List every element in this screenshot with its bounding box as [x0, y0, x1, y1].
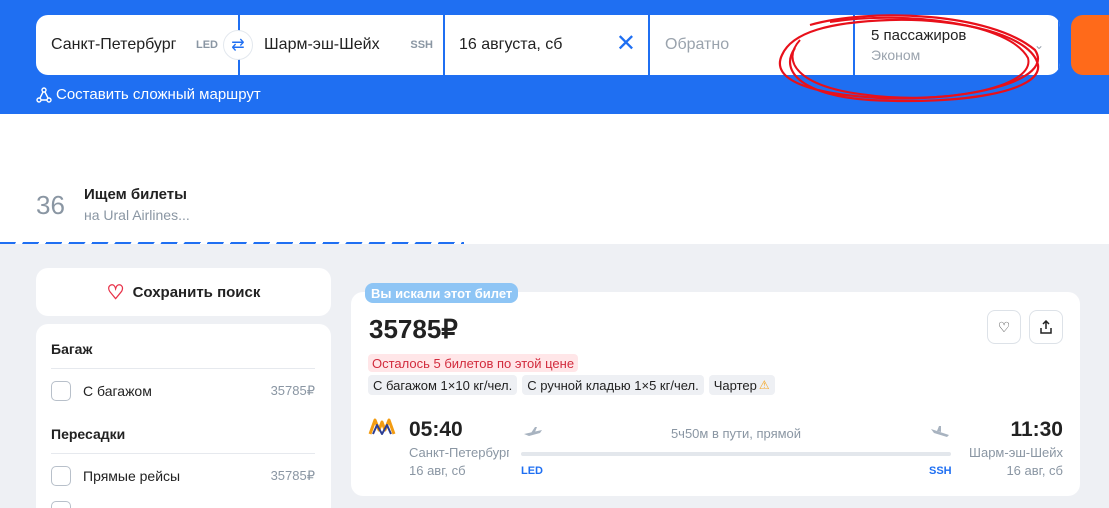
complex-route-label: Составить сложный маршрут — [56, 86, 261, 103]
favorite-button[interactable]: ♡ — [987, 310, 1021, 344]
loading-subtitle: на Ural Airlines... — [84, 207, 190, 223]
filter-price: 35785₽ — [270, 468, 315, 483]
search-header: Санкт-Петербург LED Шарм-эш-Шейх SSH 16 … — [0, 0, 1109, 114]
heart-icon: ♡ — [106, 281, 125, 304]
divider — [51, 453, 315, 454]
destination-field[interactable]: Шарм-эш-Шейх SSH — [240, 15, 445, 75]
baggage-chip: С багажом 1×10 кг/чел. — [368, 375, 518, 395]
transfers-heading: Пересадки — [51, 426, 126, 442]
destination-value: Шарм-эш-Шейх — [264, 36, 380, 53]
destination-code: SSH — [410, 39, 433, 51]
tickets-left-badge: Осталось 5 билетов по этой цене — [368, 354, 579, 372]
arrival-time: 11:30 — [1010, 418, 1063, 441]
passengers-count: 5 пассажиров — [871, 27, 967, 44]
arrival-code: SSH — [929, 465, 952, 477]
save-search-label: Сохранить поиск — [132, 283, 261, 301]
origin-field[interactable]: Санкт-Петербург LED — [36, 15, 240, 75]
departure-time: 05:40 — [409, 418, 463, 441]
clear-icon[interactable]: ✕ — [616, 32, 636, 56]
filter-price: 35785₽ — [270, 383, 315, 398]
searched-ticket-tag: Вы искали этот билет — [365, 283, 519, 303]
charter-label: Чартер — [713, 377, 757, 393]
save-search-button[interactable]: ♡ Сохранить поиск — [36, 268, 331, 316]
filter-label: С багажом — [83, 383, 152, 399]
origin-code: LED — [196, 39, 218, 51]
loading-counter: 36 — [36, 190, 65, 220]
hand-luggage-chip: С ручной кладью 1×5 кг/чел. — [522, 375, 704, 395]
favorite-icon: ♡ — [997, 318, 1011, 335]
return-date-field[interactable]: Обратно — [650, 15, 855, 75]
checkbox[interactable] — [51, 466, 71, 486]
swap-icon[interactable]: ⇄ — [223, 30, 253, 60]
flight-duration: 5ч50м в пути, прямой — [670, 426, 802, 441]
departure-code: LED — [521, 465, 543, 477]
charter-chip: Чартер ⚠ — [708, 375, 775, 395]
filter-next[interactable] — [51, 500, 315, 508]
departure-city: Санкт-Петербург — [409, 445, 509, 460]
departure-date-value: 16 августа, сб — [459, 36, 563, 53]
route-icon — [36, 86, 52, 103]
arrival-date: 16 авг, сб — [1006, 463, 1063, 478]
plane-landing-icon — [931, 426, 949, 437]
complex-route-link[interactable]: Составить сложный маршрут — [36, 86, 261, 103]
search-form: Санкт-Петербург LED Шарм-эш-Шейх SSH 16 … — [36, 15, 1060, 75]
search-button[interactable] — [1071, 15, 1109, 75]
baggage-heading: Багаж — [51, 341, 93, 357]
share-button[interactable] — [1029, 310, 1063, 344]
origin-value: Санкт-Петербург — [51, 36, 177, 53]
return-placeholder: Обратно — [665, 36, 730, 53]
route-line — [521, 452, 951, 456]
filter-direct[interactable]: Прямые рейсы 35785₽ — [51, 465, 315, 487]
departure-date: 16 авг, сб — [409, 463, 466, 478]
filter-with-baggage[interactable]: С багажом 35785₽ — [51, 380, 315, 402]
chevron-down-icon: ⌄ — [1033, 38, 1044, 52]
checkbox[interactable] — [51, 381, 71, 401]
arrival-city: Шарм-эш-Шейх — [969, 445, 1063, 460]
cabin-class: Эконом — [871, 47, 921, 63]
departure-date-field[interactable]: 16 августа, сб ✕ — [445, 15, 650, 75]
filter-label: Прямые рейсы — [83, 468, 181, 484]
share-icon — [1040, 320, 1052, 334]
checkbox[interactable] — [51, 501, 71, 508]
airline-logo — [368, 418, 396, 435]
warning-icon: ⚠ — [758, 378, 770, 392]
loading-title: Ищем билеты — [84, 186, 187, 203]
passengers-field[interactable]: 5 пассажиров Эконом ⌄ — [855, 15, 1060, 75]
ticket-card[interactable]: 35785₽ ♡ Осталось 5 билетов по этой цене… — [351, 292, 1080, 496]
ticket-features: С багажом 1×10 кг/чел. С ручной кладью 1… — [368, 375, 775, 395]
divider — [51, 368, 315, 369]
filters-panel: Багаж С багажом 35785₽ Пересадки Прямые … — [36, 324, 331, 508]
ticket-price: 35785₽ — [369, 314, 458, 344]
